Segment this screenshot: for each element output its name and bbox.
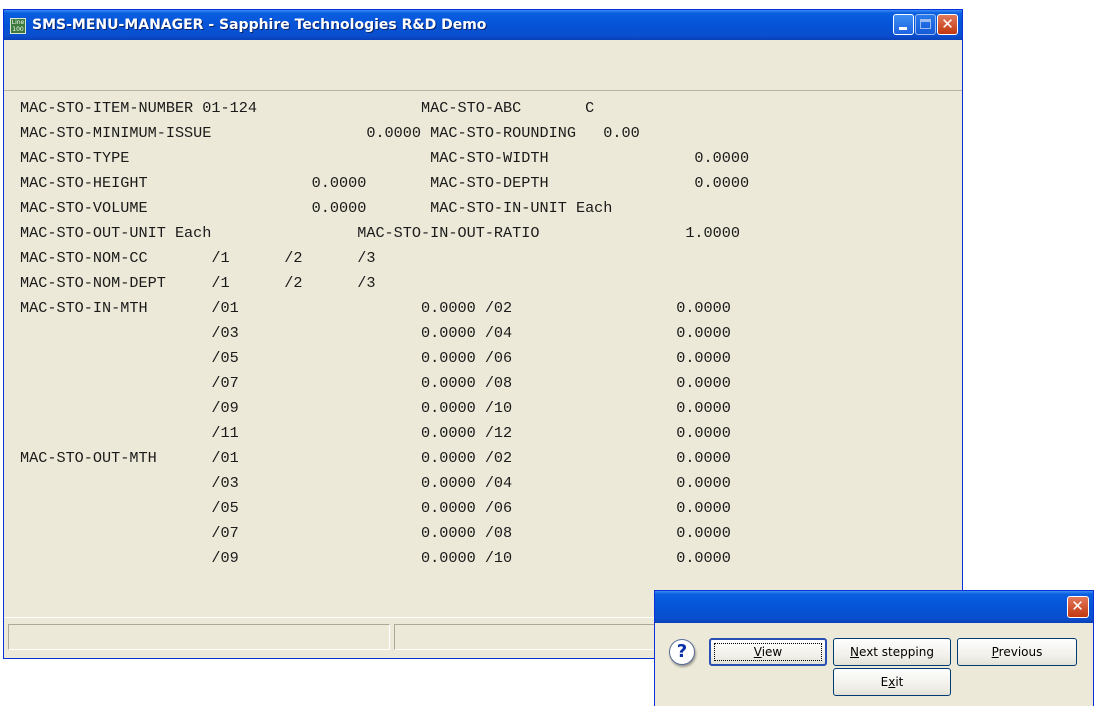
view-button[interactable]: View — [709, 638, 827, 666]
exit-button-label: it — [895, 675, 904, 689]
status-pane-left — [8, 624, 390, 650]
screen-line: MAC-STO-OUT-MTH /01 0.0000 /02 0.0000 — [20, 449, 731, 467]
main-window: Line 100 SMS-MENU-MANAGER - Sapphire Tec… — [3, 9, 963, 659]
previous-button-label: revious — [998, 645, 1043, 659]
next-button-mnemonic: N — [850, 645, 860, 659]
screen-line: MAC-STO-NOM-DEPT /1 /2 /3 — [20, 274, 376, 292]
screen-line: /05 0.0000 /06 0.0000 — [20, 499, 731, 517]
screen-line: MAC-STO-TYPE MAC-STO-WIDTH 0.0000 — [20, 149, 750, 167]
screen-line: /11 0.0000 /12 0.0000 — [20, 424, 731, 442]
close-icon: ✕ — [941, 15, 954, 33]
screen-line: /09 0.0000 /10 0.0000 — [20, 399, 731, 417]
screen-line: MAC-STO-VOLUME 0.0000 MAC-STO-IN-UNIT Ea… — [20, 199, 613, 217]
screen-line: /07 0.0000 /08 0.0000 — [20, 374, 731, 392]
screen-line: /05 0.0000 /06 0.0000 — [20, 349, 731, 367]
minimize-button[interactable] — [893, 14, 914, 35]
maximize-icon — [920, 19, 931, 29]
navigation-dialog: ✕ ? View Next stepping Previous Exit — [654, 590, 1094, 706]
screen-line: /07 0.0000 /08 0.0000 — [20, 524, 731, 542]
screen-line: MAC-STO-NOM-CC /1 /2 /3 — [20, 249, 376, 267]
screen-line: MAC-STO-MINIMUM-ISSUE 0.0000 MAC-STO-ROU… — [20, 124, 640, 142]
terminal-screen: MAC-STO-ITEM-NUMBER 01-124 MAC-STO-ABC C… — [4, 91, 962, 619]
window-title: SMS-MENU-MANAGER - Sapphire Technologies… — [32, 17, 487, 33]
close-icon: ✕ — [1071, 597, 1084, 615]
minimize-icon — [899, 27, 907, 30]
dialog-close-button[interactable]: ✕ — [1067, 596, 1089, 618]
next-stepping-button[interactable]: Next stepping — [833, 638, 951, 666]
screen-line: MAC-STO-OUT-UNIT Each MAC-STO-IN-OUT-RAT… — [20, 224, 741, 242]
toolbar-area — [4, 40, 962, 91]
app-icon-text-bottom: 100 — [12, 26, 24, 33]
next-button-label: ext stepping — [859, 645, 934, 659]
previous-button[interactable]: Previous — [957, 638, 1077, 666]
focus-rect — [714, 643, 822, 661]
screen-line: /03 0.0000 /04 0.0000 — [20, 324, 731, 342]
main-titlebar[interactable]: Line 100 SMS-MENU-MANAGER - Sapphire Tec… — [4, 10, 962, 40]
app-icon: Line 100 — [10, 18, 26, 34]
screen-line: MAC-STO-HEIGHT 0.0000 MAC-STO-DEPTH 0.00… — [20, 174, 750, 192]
maximize-button[interactable] — [915, 14, 936, 35]
app-icon-text-top: Line — [11, 19, 25, 26]
screen-line: MAC-STO-ITEM-NUMBER 01-124 MAC-STO-ABC C — [20, 99, 595, 117]
close-button[interactable]: ✕ — [937, 14, 958, 35]
question-icon: ? — [669, 639, 695, 665]
screen-line: MAC-STO-IN-MTH /01 0.0000 /02 0.0000 — [20, 299, 731, 317]
screen-line: /09 0.0000 /10 0.0000 — [20, 549, 731, 567]
previous-button-mnemonic: P — [991, 645, 999, 659]
exit-button[interactable]: Exit — [833, 668, 951, 696]
screen-line: /03 0.0000 /04 0.0000 — [20, 474, 731, 492]
dialog-titlebar[interactable]: ✕ — [655, 591, 1093, 623]
